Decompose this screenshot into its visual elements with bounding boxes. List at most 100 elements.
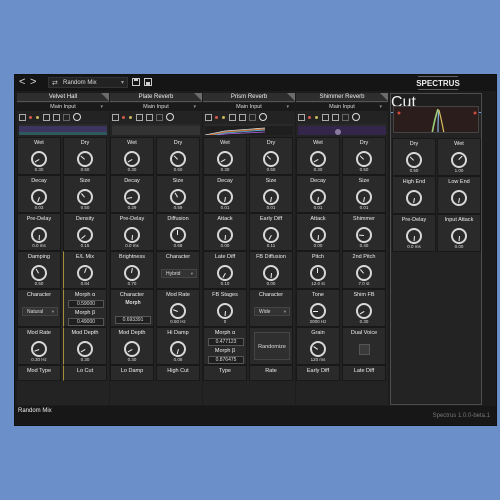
param-randomize[interactable]: Randomize [249, 327, 293, 365]
param-early-diff[interactable]: Early Diff 0.11 [249, 213, 293, 251]
param-knob[interactable] [310, 189, 326, 205]
param-2nd-pitch[interactable]: 2nd Pitch 7.0 st [342, 251, 386, 289]
param-knob[interactable] [263, 189, 279, 205]
shuffle-icon[interactable]: ⇄ [52, 78, 58, 89]
param-fb-stages[interactable]: FB Stages 0 [203, 289, 247, 327]
param-late-diff[interactable]: Late Diff [342, 365, 386, 381]
param-knob[interactable] [170, 227, 186, 243]
freeze-checkbox[interactable] [53, 114, 60, 121]
param-knob[interactable] [451, 152, 467, 168]
param-type[interactable]: Type [203, 365, 247, 381]
param-knob[interactable] [310, 303, 326, 319]
param-fb-diffusion[interactable]: FB Diffusion 0.00 [249, 251, 293, 289]
forward-icon[interactable]: > [30, 76, 36, 88]
input-selector[interactable]: Main Input ▾ [296, 103, 388, 111]
tab-reverb[interactable]: Prism Reverb [203, 93, 295, 102]
param-knob[interactable] [406, 190, 422, 206]
param-knob[interactable] [310, 341, 326, 357]
param-knob[interactable] [170, 151, 186, 167]
character-select[interactable]: Hybrid ▾ [161, 269, 197, 278]
param-knob[interactable] [170, 189, 186, 205]
param-knob[interactable] [31, 265, 47, 281]
param-character[interactable]: Character Hybrid ▾ [156, 251, 200, 289]
bypass-checkbox[interactable] [43, 114, 50, 121]
param-wet[interactable]: Wet 0.30 [17, 137, 61, 175]
param-knob[interactable] [217, 189, 233, 205]
mute-dot-icon[interactable] [222, 116, 225, 119]
param-mod-rate[interactable]: Mod Rate 0.50 Hz [156, 289, 200, 327]
param-damping[interactable]: Damping 0.50 [17, 251, 61, 289]
param-knob[interactable] [77, 189, 93, 205]
mute-dot-icon[interactable] [129, 116, 132, 119]
power-icon[interactable] [259, 113, 267, 121]
param-decay[interactable]: Decay 0.29 [110, 175, 154, 213]
bypass-checkbox[interactable] [136, 114, 143, 121]
param-knob[interactable] [217, 265, 233, 281]
mute-dot-icon[interactable] [36, 116, 39, 119]
param-shimmer[interactable]: Shimmer 0.40 [342, 213, 386, 251]
cut-param-low-end[interactable]: Low End [437, 176, 481, 214]
randomize-button[interactable]: Randomize [254, 332, 290, 360]
param-mod-rate[interactable]: Mod Rate 0.30 Hz [17, 327, 61, 365]
param-knob[interactable] [356, 151, 372, 167]
param-rate[interactable]: Rate [249, 365, 293, 381]
param-knob[interactable] [77, 227, 93, 243]
param-density[interactable]: Density 0.15 [63, 213, 107, 251]
param-dry[interactable]: Dry 0.50 [63, 137, 107, 175]
param-character[interactable]: Character Morph 0.693391 [110, 289, 154, 327]
mute-dot-icon[interactable] [315, 116, 318, 119]
cut-param-wet[interactable]: Wet 1.00 [437, 138, 481, 176]
param-knob[interactable] [263, 265, 279, 281]
freeze-checkbox[interactable] [146, 114, 153, 121]
param-wet[interactable]: Wet 0.30 [296, 137, 340, 175]
param-knob[interactable] [217, 303, 233, 319]
param-pre-delay[interactable]: Pre-Delay 0.0 ms [110, 213, 154, 251]
solo-dot-icon[interactable] [215, 116, 218, 119]
param-decay[interactable]: Decay 0.01 [296, 175, 340, 213]
param-knob[interactable] [356, 189, 372, 205]
param-brightness[interactable]: Brightness 0.70 [110, 251, 154, 289]
param-knob[interactable] [310, 265, 326, 281]
param-knob[interactable] [124, 265, 140, 281]
param-knob[interactable] [263, 151, 279, 167]
param-dry[interactable]: Dry 0.50 [156, 137, 200, 175]
morph-beta-field[interactable]: 0.876475 [208, 356, 244, 364]
lock-icon[interactable] [249, 114, 256, 121]
enable-checkbox[interactable] [19, 114, 26, 121]
back-icon[interactable]: < [19, 76, 25, 88]
param-high-cut[interactable]: High Cut [156, 365, 200, 381]
param-mod-type[interactable]: Mod Type [17, 365, 61, 381]
save-as-icon[interactable] [144, 78, 152, 87]
param-knob[interactable] [310, 227, 326, 243]
morph-alpha-field[interactable]: 0.59000 [68, 300, 104, 308]
param-knob[interactable] [124, 189, 140, 205]
param-knob[interactable] [31, 151, 47, 167]
morph-alpha-field[interactable]: 0.477123 [208, 338, 244, 346]
param-knob[interactable] [124, 227, 140, 243]
param-lo-damp[interactable]: Lo Damp [110, 365, 154, 381]
param-knob[interactable] [356, 227, 372, 243]
param-character[interactable]: Character Natural ▾ [17, 289, 61, 327]
param-knob[interactable] [77, 265, 93, 281]
input-selector[interactable]: Main Input ▾ [203, 103, 295, 111]
param-lo-cut[interactable]: Lo Cut [63, 365, 107, 381]
enable-checkbox[interactable] [112, 114, 119, 121]
param-knob[interactable] [356, 303, 372, 319]
param-knob[interactable] [170, 303, 186, 319]
param-knob[interactable] [406, 228, 422, 244]
param-knob[interactable] [31, 189, 47, 205]
character-select[interactable]: Wide ▾ [254, 307, 290, 316]
dual-voice-toggle[interactable] [359, 344, 370, 355]
param-wet[interactable]: Wet 0.30 [110, 137, 154, 175]
param-size[interactable]: Size 0.50 [63, 175, 107, 213]
power-icon[interactable] [166, 113, 174, 121]
param-tone[interactable]: Tone 2000 Hz [296, 289, 340, 327]
bypass-checkbox[interactable] [322, 114, 329, 121]
input-selector[interactable]: Main Input ▾ [17, 103, 109, 111]
param-knob[interactable] [77, 341, 93, 357]
param-size[interactable]: Size 0.01 [342, 175, 386, 213]
param-dry[interactable]: Dry 0.50 [342, 137, 386, 175]
solo-dot-icon[interactable] [29, 116, 32, 119]
param-hi-damp[interactable]: Hi Damp 0.08 [156, 327, 200, 365]
param-size[interactable]: Size 0.01 [249, 175, 293, 213]
